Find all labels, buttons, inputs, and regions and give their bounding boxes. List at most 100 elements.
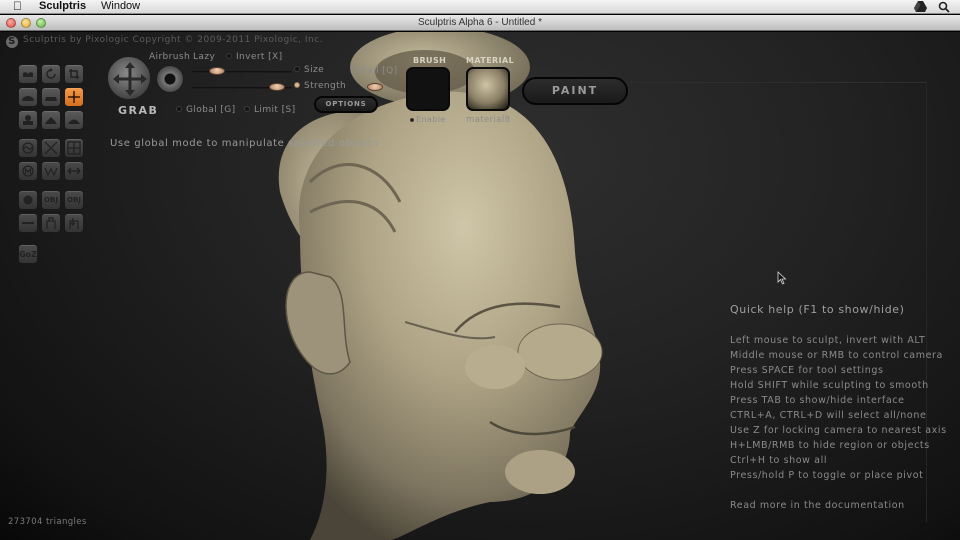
mirror-icon	[67, 167, 81, 175]
quick-help-line: H+LMB/RMB to hide region or objects	[730, 440, 930, 451]
tool-mask-button[interactable]	[41, 161, 61, 181]
quick-help-line: Hold SHIFT while sculpting to smooth	[730, 380, 929, 391]
tool-export-obj-button[interactable]: OBJ	[64, 190, 84, 210]
detail-slider-knob[interactable]	[367, 83, 383, 91]
tool-reduce-button[interactable]	[18, 161, 38, 181]
window-close-button[interactable]	[6, 18, 16, 28]
window-minimize-button[interactable]	[21, 18, 31, 28]
pinch-icon	[45, 117, 57, 124]
global-radio-dot	[176, 106, 182, 112]
tool-grab-button[interactable]	[64, 87, 84, 107]
quick-help-line: Press/hold P to toggle or place pivot	[730, 470, 924, 481]
strength-toggle[interactable]: Strength	[294, 81, 346, 91]
quick-help-line: Middle mouse or RMB to control camera	[730, 350, 943, 361]
tool-inflate-button[interactable]	[18, 110, 38, 130]
mouse-cursor-icon	[777, 271, 787, 285]
draw-icon	[22, 96, 34, 101]
grab-icon	[68, 91, 80, 103]
paint-button[interactable]: PAINT	[522, 77, 628, 105]
import-obj-icon: OBJ	[44, 196, 58, 204]
tool-smooth-button[interactable]	[64, 110, 84, 130]
brush-enable-toggle[interactable]: Enable	[410, 115, 446, 124]
apple-icon[interactable]: 	[13, 0, 22, 13]
goz-button[interactable]: GoZ	[18, 244, 38, 264]
invert-radio-dot	[226, 53, 232, 59]
tool-grid-button[interactable]	[64, 138, 84, 158]
menu-window[interactable]: Window	[101, 0, 140, 12]
brush-enable-label: Enable	[416, 115, 446, 124]
limit-radio-dot	[244, 106, 250, 112]
tool-hint-text: Use global mode to manipulate selected o…	[110, 138, 380, 149]
tool-plane-button[interactable]	[18, 213, 38, 233]
tool-symmetry-button[interactable]	[18, 138, 38, 158]
quick-help-line: Press SPACE for tool settings	[730, 365, 884, 376]
size-radio-dot	[294, 66, 300, 72]
tool-pinch-button[interactable]	[41, 110, 61, 130]
strength-label: Strength	[304, 81, 347, 91]
limit-label: Limit [S]	[254, 105, 296, 115]
reduce-icon	[22, 165, 34, 177]
sphere-icon	[23, 195, 33, 205]
tool-mirror-button[interactable]	[64, 161, 84, 181]
invert-toggle[interactable]: Invert [X]	[226, 52, 283, 62]
tool-wireframe-button[interactable]	[41, 138, 61, 158]
lazy-toggle[interactable]: Lazy	[193, 52, 215, 62]
quick-help-title: Quick help (F1 to show/hide)	[730, 303, 905, 316]
smooth-icon	[68, 119, 80, 124]
quick-help-line: Use Z for locking camera to nearest axis	[730, 425, 947, 436]
crease-icon	[23, 72, 33, 77]
scale-icon	[69, 69, 79, 79]
quick-help-line: Ctrl+H to show all	[730, 455, 828, 466]
material-label: MATERIAL	[466, 56, 515, 65]
quick-help-line: CTRL+A, CTRL+D will select all/none	[730, 410, 927, 421]
options-button[interactable]: OPTIONS	[314, 96, 378, 113]
tool-scale-button[interactable]	[64, 64, 84, 84]
window-titlebar: Sculptris Alpha 6 - Untitled *	[0, 15, 960, 31]
documentation-link[interactable]: Read more in the documentation	[730, 498, 947, 513]
invert-label: Invert [X]	[236, 52, 283, 62]
export-obj-icon: OBJ	[67, 196, 81, 204]
menu-app-sculptris[interactable]: Sculptris	[39, 0, 86, 12]
material-swatch[interactable]	[466, 67, 510, 111]
tool-sphere-button[interactable]	[18, 190, 38, 210]
size-label: Size	[304, 65, 325, 75]
brush-radius-dial[interactable]	[156, 65, 184, 93]
quick-help-line: Press TAB to show/hide interface	[730, 395, 905, 406]
spotlight-search-icon[interactable]	[938, 1, 950, 13]
size-slider-track[interactable]	[192, 71, 292, 73]
move-arrows-icon	[113, 62, 147, 96]
plane-icon	[22, 222, 34, 224]
tool-import-obj-button[interactable]: OBJ	[41, 190, 61, 210]
tool-draw-button[interactable]	[18, 87, 38, 107]
wireframe-icon	[44, 141, 58, 155]
grab-tool-dial[interactable]	[107, 56, 151, 100]
size-slider-knob[interactable]	[209, 67, 225, 75]
tool-rotate-button[interactable]	[41, 64, 61, 84]
limit-toggle[interactable]: Limit [S]	[244, 105, 296, 115]
material-name: material8	[466, 115, 511, 125]
tool-open-button[interactable]	[41, 213, 61, 233]
window-zoom-button[interactable]	[36, 18, 46, 28]
triangle-count: 273704 triangles	[8, 517, 87, 527]
inflate-icon	[23, 115, 33, 125]
global-toggle[interactable]: Global [G]	[176, 105, 236, 115]
strength-slider-knob[interactable]	[269, 83, 285, 91]
window-title: Sculptris Alpha 6 - Untitled *	[418, 17, 542, 28]
viewport-frame-line	[630, 82, 926, 83]
mac-menubar:  Sculptris Window	[0, 0, 960, 14]
google-drive-icon[interactable]	[914, 1, 927, 12]
symmetry-icon	[22, 142, 34, 154]
open-icon	[46, 217, 56, 229]
tool-save-button[interactable]	[64, 213, 84, 233]
save-icon	[69, 218, 79, 229]
sculptris-logo-icon: S	[6, 36, 18, 48]
sculpt-viewport[interactable]: S Sculptris by Pixologic Copyright © 2009…	[0, 32, 960, 540]
brush-swatch[interactable]	[406, 67, 450, 111]
size-toggle[interactable]: Size	[294, 65, 324, 75]
quick-help-line: Left mouse to sculpt, invert with ALT	[730, 335, 926, 346]
tool-name-label: GRAB	[118, 104, 159, 117]
flatten-icon	[45, 97, 57, 101]
tool-flatten-button[interactable]	[41, 87, 61, 107]
airbrush-toggle[interactable]: Airbrush	[149, 52, 190, 62]
tool-crease-button[interactable]	[18, 64, 38, 84]
